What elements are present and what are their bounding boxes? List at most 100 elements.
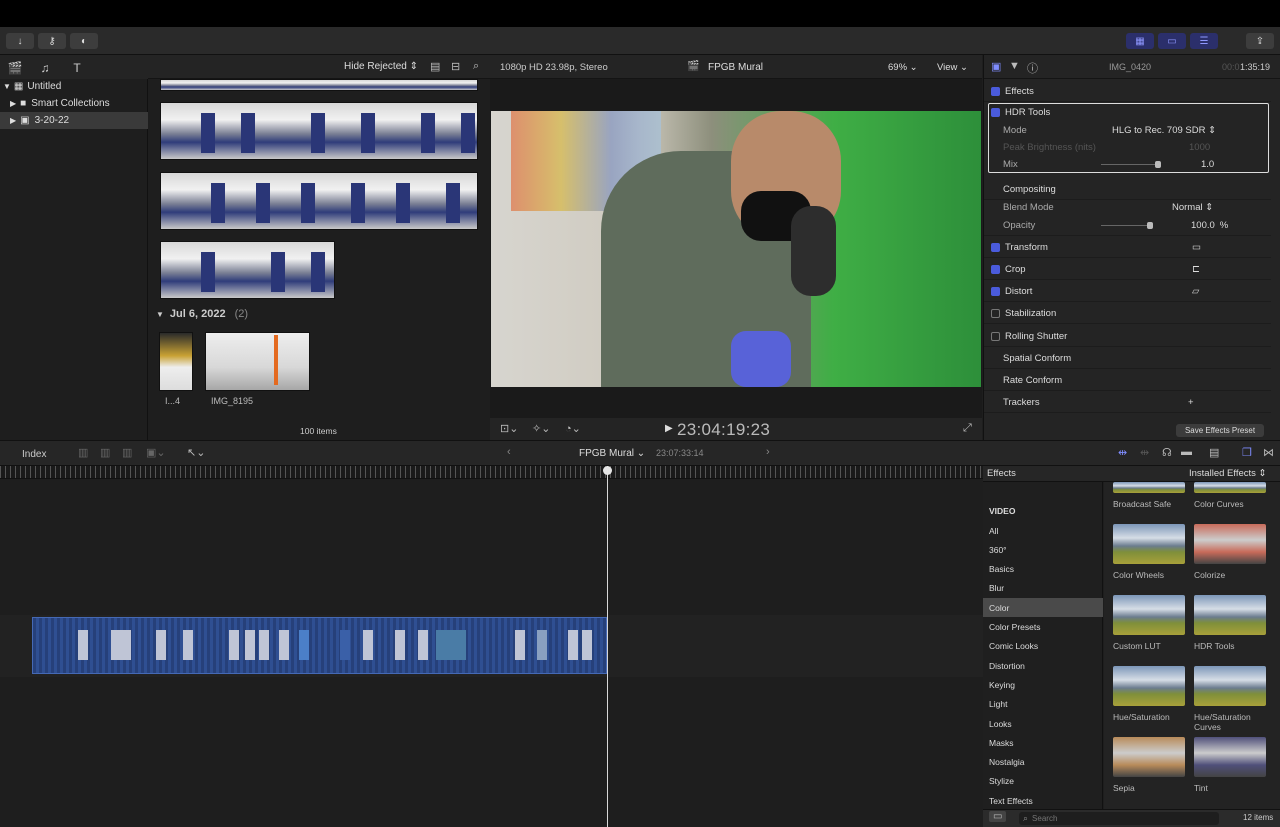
- play-icon[interactable]: ▶: [665, 423, 673, 434]
- transitions-browser-icon[interactable]: ⋈: [1263, 446, 1274, 459]
- effect-thumbnail[interactable]: [1194, 666, 1266, 706]
- effect-category-text-effects[interactable]: Text Effects: [983, 791, 1103, 810]
- clip-thumbnail[interactable]: [159, 332, 193, 391]
- select-tool-icon[interactable]: ↖⌄: [187, 446, 205, 459]
- clip-sequence[interactable]: [32, 617, 607, 674]
- search-icon[interactable]: ⌕: [473, 60, 479, 73]
- background-tasks-button[interactable]: ◐: [70, 33, 98, 49]
- date-group-header[interactable]: ▼ Jul 6, 2022 (2): [156, 308, 248, 320]
- effect-category-looks[interactable]: Looks: [983, 714, 1103, 733]
- rolling-shutter-row[interactable]: Rolling Shutter: [984, 326, 1271, 347]
- disclosure-closed-icon[interactable]: ▶: [10, 99, 16, 108]
- speed-icon[interactable]: ◔⌄: [565, 422, 581, 435]
- opacity-slider[interactable]: [1101, 221, 1153, 229]
- index-button[interactable]: Index: [22, 449, 46, 460]
- video-inspector-icon[interactable]: ▣: [991, 60, 1001, 73]
- checkbox-checked-icon[interactable]: [991, 242, 1000, 252]
- checkbox-checked-icon[interactable]: [991, 86, 1000, 96]
- save-effects-preset-button[interactable]: Save Effects Preset: [1176, 424, 1264, 437]
- transform-overlay-icon[interactable]: ▭: [1192, 242, 1201, 253]
- effect-category-color-presets[interactable]: Color Presets: [983, 618, 1103, 637]
- disclosure-open-icon[interactable]: ▼: [156, 310, 164, 319]
- effects-search-input[interactable]: [1032, 814, 1203, 823]
- playhead[interactable]: [607, 466, 608, 827]
- disclosure-closed-icon[interactable]: ▶: [10, 116, 16, 125]
- checkbox-checked-icon[interactable]: [991, 108, 1000, 117]
- opacity-value[interactable]: 100.0: [1191, 220, 1215, 231]
- effect-category-nostalgia[interactable]: Nostalgia: [983, 753, 1103, 772]
- disclosure-open-icon[interactable]: ▼: [3, 82, 11, 91]
- connect-clip-icon[interactable]: ▥: [78, 446, 88, 459]
- installed-effects-popup[interactable]: Installed Effects ⇕: [1189, 468, 1267, 479]
- checkbox-checked-icon[interactable]: [991, 264, 1000, 274]
- effect-category-masks[interactable]: Masks: [983, 733, 1103, 752]
- headphones-icon[interactable]: ☊: [1162, 446, 1172, 459]
- spatial-conform-row[interactable]: Spatial Conform: [984, 348, 1271, 369]
- overwrite-clip-icon[interactable]: ▣⌄: [146, 446, 166, 459]
- crop-overlay-icon[interactable]: ⊏: [1192, 264, 1200, 275]
- effect-category-basics[interactable]: Basics: [983, 560, 1103, 579]
- effects-browser-icon[interactable]: ❐: [1242, 446, 1252, 459]
- sidebar-toggle-icon[interactable]: ▭: [989, 811, 1007, 822]
- color-inspector-icon[interactable]: ▼: [1009, 60, 1020, 72]
- effect-category-360-[interactable]: 360°: [983, 540, 1103, 559]
- effect-thumbnail[interactable]: [1194, 482, 1266, 493]
- rate-conform-row[interactable]: Rate Conform: [984, 370, 1271, 391]
- effect-category-blur[interactable]: Blur: [983, 579, 1103, 598]
- back-arrow-icon[interactable]: ‹: [507, 446, 511, 458]
- effect-thumbnail[interactable]: [1194, 737, 1266, 777]
- effect-thumbnail[interactable]: [1113, 737, 1185, 777]
- library-item-smart-collections[interactable]: ▶ ■ Smart Collections: [0, 95, 148, 112]
- share-button[interactable]: ⇪: [1246, 33, 1274, 49]
- transform-tool-icon[interactable]: ⊡⌄: [500, 422, 518, 435]
- forward-arrow-icon[interactable]: ›: [766, 446, 770, 458]
- project-popup[interactable]: FPGB Mural ⌄: [579, 448, 645, 459]
- library-item-event[interactable]: ▶ ▣ 3-20-22: [0, 112, 148, 129]
- crop-row[interactable]: Crop ⊏: [984, 259, 1271, 280]
- effect-category-keying[interactable]: Keying: [983, 675, 1103, 694]
- audio-skimming-icon[interactable]: ⇹: [1140, 446, 1149, 459]
- effect-category-distortion[interactable]: Distortion: [983, 656, 1103, 675]
- peak-value[interactable]: 1000: [1189, 142, 1210, 153]
- effect-category-color[interactable]: Color: [983, 598, 1103, 618]
- effect-category-comic-looks[interactable]: Comic Looks: [983, 637, 1103, 656]
- insert-clip-icon[interactable]: ▥: [100, 446, 110, 459]
- effect-thumbnail[interactable]: [1113, 666, 1185, 706]
- blend-mode-popup[interactable]: Normal ⇕: [1172, 202, 1213, 213]
- filmstrip-row[interactable]: [160, 102, 478, 160]
- filmstrip-row[interactable]: [160, 79, 478, 91]
- show-timeline-button[interactable]: ▭: [1158, 33, 1186, 49]
- view-popup[interactable]: View ⌄: [937, 62, 968, 73]
- stabilization-row[interactable]: Stabilization: [984, 303, 1271, 324]
- distort-row[interactable]: Distort ▱: [984, 281, 1271, 302]
- effects-section[interactable]: Effects: [984, 81, 1271, 102]
- library-item-untitled[interactable]: ▼ ▦ Untitled: [0, 78, 148, 95]
- show-browser-button[interactable]: ▦: [1126, 33, 1154, 49]
- transform-row[interactable]: Transform ▭: [984, 237, 1271, 258]
- effect-thumbnail[interactable]: [1113, 482, 1185, 493]
- effect-category-light[interactable]: Light: [983, 695, 1103, 714]
- clip-appearance-icon[interactable]: ▤: [430, 60, 440, 73]
- clip-appearance-icon[interactable]: ▤: [1209, 446, 1219, 459]
- append-clip-icon[interactable]: ▥: [122, 446, 132, 459]
- mix-slider[interactable]: [1101, 161, 1161, 168]
- effect-thumbnail[interactable]: [1113, 595, 1185, 635]
- mix-value[interactable]: 1.0: [1201, 159, 1214, 170]
- skimming-icon[interactable]: ⇹: [1118, 446, 1127, 459]
- zoom-popup[interactable]: 69% ⌄: [888, 62, 918, 73]
- filter-popup[interactable]: Hide Rejected ⇕: [344, 61, 418, 72]
- solo-icon[interactable]: ▬: [1181, 446, 1192, 458]
- effect-thumbnail[interactable]: [1194, 595, 1266, 635]
- effect-thumbnail[interactable]: [1194, 524, 1266, 564]
- trackers-row[interactable]: Trackers +: [984, 392, 1271, 413]
- checkbox-checked-icon[interactable]: [991, 286, 1000, 296]
- clip-thumbnail[interactable]: [205, 332, 310, 391]
- checkbox-unchecked-icon[interactable]: [991, 308, 1000, 318]
- show-inspector-button[interactable]: ☰: [1190, 33, 1218, 49]
- keywords-button[interactable]: ⚷: [38, 33, 66, 49]
- effect-thumbnail[interactable]: [1113, 524, 1185, 564]
- effect-category-stylize[interactable]: Stylize: [983, 772, 1103, 791]
- filmstrip-row[interactable]: [160, 172, 478, 230]
- libraries-icon[interactable]: 🎬: [8, 61, 23, 75]
- mode-popup[interactable]: HLG to Rec. 709 SDR ⇕: [1112, 125, 1216, 136]
